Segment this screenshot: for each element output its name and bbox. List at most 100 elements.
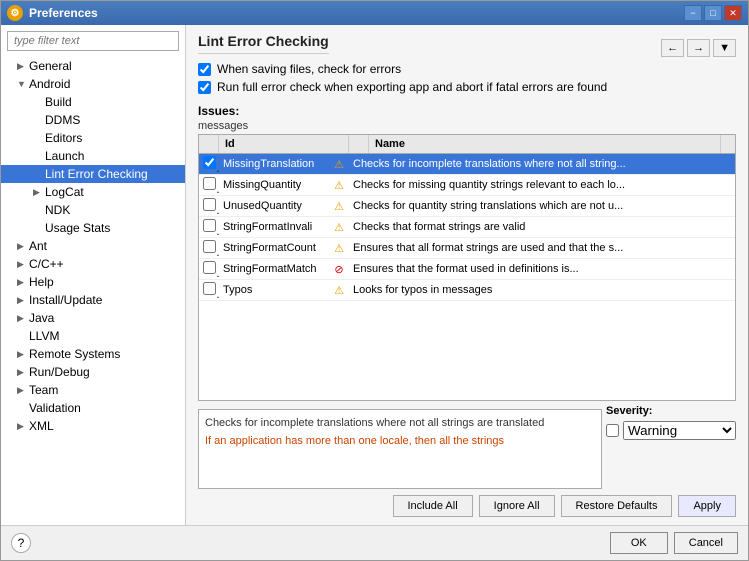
sidebar-item-label: LLVM: [29, 329, 59, 343]
sidebar-item-label: XML: [29, 419, 54, 433]
tree-arrow: ▶: [17, 367, 27, 378]
ignore-all-button[interactable]: Ignore All: [479, 495, 555, 517]
row-icon: ⚠: [329, 198, 349, 215]
row-checkbox[interactable]: [203, 282, 216, 295]
sidebar-item-label: Editors: [45, 131, 82, 145]
tree-arrow: ▶: [17, 313, 27, 324]
ok-button[interactable]: OK: [610, 532, 668, 554]
dialog-content: ▶General▼AndroidBuildDDMSEditorsLaunchLi…: [1, 25, 748, 525]
sidebar-item-cpp[interactable]: ▶C/C++: [1, 255, 185, 273]
search-input[interactable]: [7, 31, 179, 51]
sidebar-item-remote[interactable]: ▶Remote Systems: [1, 345, 185, 363]
sidebar-item-ndk[interactable]: NDK: [1, 201, 185, 219]
row-name: Ensures that all format strings are used…: [349, 240, 735, 256]
preferences-dialog: ⚙ Preferences − □ ✕ ▶General▼AndroidBuil…: [0, 0, 749, 561]
row-id: MissingQuantity: [219, 177, 329, 193]
sidebar-item-label: Android: [29, 77, 70, 91]
row-id: MissingTranslation: [219, 156, 329, 172]
help-button[interactable]: ?: [11, 533, 31, 553]
row-icon: ⚠: [329, 156, 349, 173]
row-id: UnusedQuantity: [219, 198, 329, 214]
row-name: Looks for typos in messages: [349, 282, 735, 298]
issues-content: Id Name MissingTranslation ⚠ Checks for …: [198, 134, 736, 517]
table-row[interactable]: Typos ⚠ Looks for typos in messages: [199, 280, 735, 301]
include-all-button[interactable]: Include All: [393, 495, 473, 517]
sidebar-item-help[interactable]: ▶Help: [1, 273, 185, 291]
dialog-footer: ? OK Cancel: [1, 525, 748, 560]
sidebar-item-rundebug[interactable]: ▶Run/Debug: [1, 363, 185, 381]
severity-check[interactable]: [606, 424, 619, 437]
restore-defaults-button[interactable]: Restore Defaults: [561, 495, 673, 517]
sidebar-item-xml[interactable]: ▶XML: [1, 417, 185, 435]
row-id: StringFormatMatch: [219, 261, 329, 277]
tree-arrow: ▶: [33, 187, 43, 198]
cancel-button[interactable]: Cancel: [674, 532, 738, 554]
table-row[interactable]: StringFormatMatch ⊘ Ensures that the for…: [199, 259, 735, 280]
sidebar-item-install[interactable]: ▶Install/Update: [1, 291, 185, 309]
row-checkbox[interactable]: [203, 177, 216, 190]
severity-select[interactable]: IgnoreWarningErrorFatal: [623, 421, 736, 440]
table-row[interactable]: MissingTranslation ⚠ Checks for incomple…: [199, 154, 735, 175]
issues-table: Id Name MissingTranslation ⚠ Checks for …: [198, 134, 736, 401]
row-icon: ⚠: [329, 177, 349, 194]
tree-arrow: ▶: [17, 259, 27, 270]
checkbox-row-2: Run full error check when exporting app …: [198, 80, 736, 94]
row-name: Ensures that the format used in definiti…: [349, 261, 735, 277]
sidebar-item-label: Install/Update: [29, 293, 102, 307]
back-button[interactable]: ←: [661, 39, 684, 57]
row-checkbox[interactable]: [203, 261, 216, 274]
description-if-text: If an application has more than one loca…: [205, 435, 595, 447]
table-row[interactable]: MissingQuantity ⚠ Checks for missing qua…: [199, 175, 735, 196]
row-check: [199, 238, 219, 258]
tree-arrow: ▶: [17, 349, 27, 360]
sidebar-item-logcat[interactable]: ▶LogCat: [1, 183, 185, 201]
sidebar-item-lint[interactable]: Lint Error Checking: [1, 165, 185, 183]
description-panel: Checks for incomplete translations where…: [198, 409, 602, 489]
panel-title: Lint Error Checking: [198, 33, 329, 54]
save-check[interactable]: [198, 63, 211, 76]
tree-arrow: ▶: [17, 61, 27, 72]
title-bar: ⚙ Preferences − □ ✕: [1, 1, 748, 25]
sidebar-item-java[interactable]: ▶Java: [1, 309, 185, 327]
sidebar-item-llvm[interactable]: LLVM: [1, 327, 185, 345]
sidebar-item-label: Ant: [29, 239, 47, 253]
checkbox-row-1: When saving files, check for errors: [198, 62, 736, 76]
sidebar-item-label: General: [29, 59, 72, 73]
table-row[interactable]: StringFormatCount ⚠ Ensures that all for…: [199, 238, 735, 259]
table-body: MissingTranslation ⚠ Checks for incomple…: [199, 154, 735, 397]
sidebar-item-general[interactable]: ▶General: [1, 57, 185, 75]
sidebar-item-label: Usage Stats: [45, 221, 110, 235]
export-check[interactable]: [198, 81, 211, 94]
sidebar-item-launch[interactable]: Launch: [1, 147, 185, 165]
sidebar-item-build[interactable]: Build: [1, 93, 185, 111]
sidebar-item-android[interactable]: ▼Android: [1, 75, 185, 93]
row-icon: ⊘: [329, 261, 349, 278]
apply-button[interactable]: Apply: [678, 495, 736, 517]
sidebar-item-usagestats[interactable]: Usage Stats: [1, 219, 185, 237]
tree-arrow: ▶: [17, 295, 27, 306]
table-row[interactable]: StringFormatInvali ⚠ Checks that format …: [199, 217, 735, 238]
th-id: Id: [219, 135, 349, 153]
row-id: StringFormatInvali: [219, 219, 329, 235]
severity-label: Severity:: [606, 405, 736, 417]
sidebar-item-ddms[interactable]: DDMS: [1, 111, 185, 129]
dialog-title: Preferences: [29, 6, 678, 20]
minimize-button[interactable]: −: [684, 5, 702, 21]
sidebar-item-label: NDK: [45, 203, 70, 217]
sidebar-item-label: Lint Error Checking: [45, 167, 148, 181]
row-checkbox[interactable]: [203, 240, 216, 253]
dropdown-button[interactable]: ▼: [713, 39, 736, 57]
close-button[interactable]: ✕: [724, 5, 742, 21]
sidebar-item-validation[interactable]: Validation: [1, 399, 185, 417]
row-checkbox[interactable]: [203, 198, 216, 211]
sidebar-item-ant[interactable]: ▶Ant: [1, 237, 185, 255]
row-checkbox[interactable]: [203, 219, 216, 232]
desc-container: Checks for incomplete translations where…: [198, 405, 602, 489]
table-row[interactable]: UnusedQuantity ⚠ Checks for quantity str…: [199, 196, 735, 217]
sidebar-item-editors[interactable]: Editors: [1, 129, 185, 147]
forward-button[interactable]: →: [687, 39, 710, 57]
sidebar-item-team[interactable]: ▶Team: [1, 381, 185, 399]
maximize-button[interactable]: □: [704, 5, 722, 21]
main-panel: Lint Error Checking ← → ▼ When saving fi…: [186, 25, 748, 525]
row-checkbox[interactable]: [203, 156, 216, 169]
